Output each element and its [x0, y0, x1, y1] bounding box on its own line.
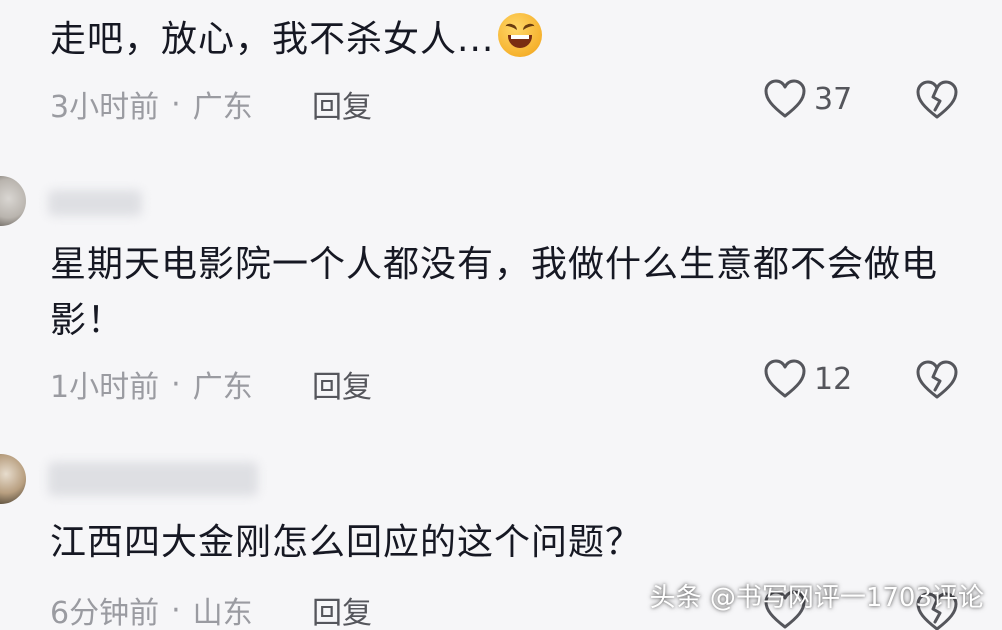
- reply-button[interactable]: 回复: [312, 82, 372, 126]
- laughing-emoji-icon: [498, 13, 543, 57]
- comment-text: 江西四大金刚怎么回应的这个问题？: [50, 522, 643, 563]
- comment-meta: 1小时前 · 广东 回复: [50, 362, 372, 406]
- meta-separator: ·: [171, 86, 181, 122]
- comment-text: 星期天电影院一个人都没有，我做什么生意都不会做电影！: [50, 244, 939, 341]
- comment-time: 3小时前: [50, 90, 160, 125]
- comment-text: 走吧，放心，我不杀女人...: [50, 12, 543, 68]
- comment-time: 1小时前: [50, 370, 160, 405]
- username-blurred: [48, 462, 258, 496]
- dislike-button[interactable]: [916, 80, 958, 124]
- comment-time: 6分钟前: [50, 596, 160, 630]
- comment-meta: 6分钟前 · 山东 回复: [50, 588, 372, 630]
- avatar[interactable]: [0, 176, 26, 226]
- comment-location: 广东: [192, 370, 253, 405]
- like-count: 37: [814, 81, 853, 117]
- heart-outline-icon: [764, 359, 806, 398]
- broken-heart-icon: [916, 360, 958, 399]
- reply-button[interactable]: 回复: [312, 588, 372, 630]
- like-count: 12: [814, 361, 853, 397]
- dislike-button[interactable]: [916, 360, 958, 404]
- broken-heart-icon: [916, 80, 958, 119]
- watermark: 头条 @书写网评一1703评论: [649, 583, 984, 613]
- like-button[interactable]: 37: [764, 79, 852, 119]
- like-button[interactable]: 12: [764, 359, 852, 399]
- meta-separator: ·: [171, 366, 181, 402]
- comment-location: 广东: [192, 90, 253, 125]
- comment-list: 走吧，放心，我不杀女人... 3小时前 · 广东 回复 37 星期天电影院一个人…: [0, 0, 1002, 630]
- comment-location: 山东: [192, 596, 253, 630]
- meta-separator: ·: [171, 592, 181, 628]
- heart-outline-icon: [764, 79, 806, 118]
- username-blurred: [48, 190, 142, 216]
- comment-meta: 3小时前 · 广东 回复: [50, 82, 372, 126]
- avatar[interactable]: [0, 454, 26, 504]
- reply-button[interactable]: 回复: [312, 362, 372, 406]
